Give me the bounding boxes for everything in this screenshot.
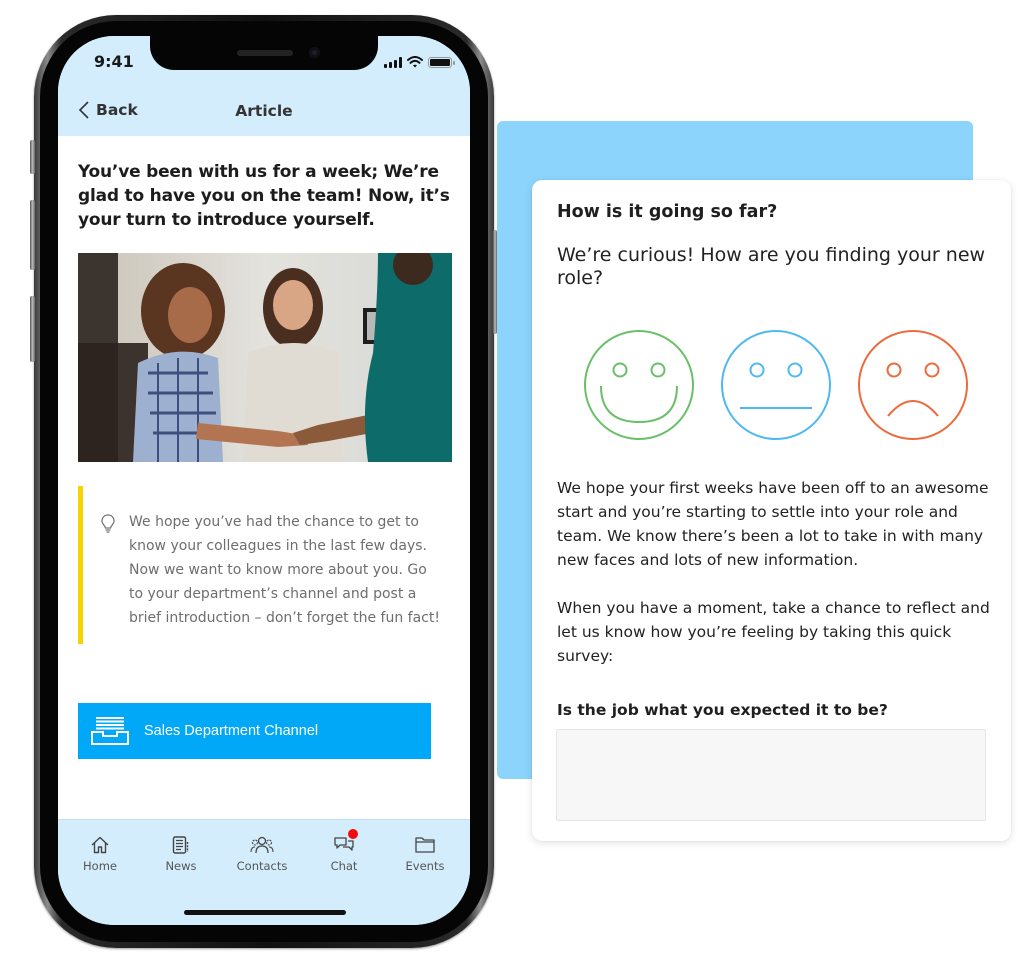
tab-contacts[interactable]: Contacts bbox=[222, 834, 302, 873]
question-label: Is the job what you expected it to be? bbox=[557, 701, 888, 719]
tab-label: Home bbox=[83, 859, 117, 873]
survey-title: How is it going so far? bbox=[557, 202, 778, 222]
speaker bbox=[237, 50, 293, 56]
handshake-photo bbox=[78, 253, 452, 462]
survey-body: We hope your first weeks have been off t… bbox=[557, 476, 997, 668]
sad-face-icon[interactable] bbox=[856, 328, 970, 442]
article-headline: You’ve been with us for a week; We’re gl… bbox=[78, 162, 450, 230]
survey-subtitle: We’re curious! How are you finding your … bbox=[557, 244, 986, 289]
tab-chat[interactable]: Chat bbox=[304, 829, 384, 873]
answer-input[interactable] bbox=[556, 729, 986, 821]
survey-paragraph: When you have a moment, take a chance to… bbox=[557, 599, 990, 665]
tab-label: Chat bbox=[330, 859, 358, 873]
battery-icon bbox=[428, 56, 455, 68]
tip-text: We hope you’ve had the chance to get to … bbox=[129, 514, 440, 626]
volume-up-button bbox=[30, 200, 35, 270]
article-photo bbox=[78, 253, 452, 462]
bottom-tab-bar: Home News Contacts Chat Events bbox=[58, 819, 470, 925]
news-icon bbox=[172, 836, 189, 854]
channel-button-label: Sales Department Channel bbox=[144, 723, 319, 739]
chat-unread-badge bbox=[348, 829, 358, 839]
mood-selector bbox=[582, 328, 972, 444]
front-camera bbox=[309, 47, 320, 58]
home-indicator[interactable] bbox=[184, 910, 346, 915]
tip-callout: We hope you’ve had the chance to get to … bbox=[78, 486, 452, 644]
tab-events[interactable]: Events bbox=[385, 834, 465, 873]
article-header: You’ve been with us for a week; We’re gl… bbox=[78, 160, 450, 232]
wifi-icon bbox=[407, 56, 423, 68]
tab-label: Contacts bbox=[236, 859, 288, 873]
phone-screen: 9:41 Back Article You’ve been with us fo… bbox=[58, 36, 470, 925]
page-title: Article bbox=[235, 102, 293, 120]
survey-card: How is it going so far? We’re curious! H… bbox=[532, 180, 1011, 841]
tab-label: Events bbox=[405, 859, 445, 873]
contacts-icon bbox=[250, 836, 274, 854]
folder-icon bbox=[415, 837, 435, 853]
tab-home[interactable]: Home bbox=[60, 834, 140, 873]
inbox-tray-icon bbox=[90, 716, 130, 746]
status-icons bbox=[384, 56, 455, 68]
app-header: 9:41 Back Article bbox=[58, 36, 470, 136]
cellular-signal-icon bbox=[384, 56, 402, 68]
neutral-face-icon[interactable] bbox=[719, 328, 833, 442]
volume-down-button bbox=[30, 296, 35, 362]
tab-news[interactable]: News bbox=[141, 834, 221, 873]
tab-label: News bbox=[165, 859, 197, 873]
notch bbox=[150, 36, 378, 70]
happy-face-icon[interactable] bbox=[582, 328, 696, 442]
mute-switch bbox=[30, 140, 35, 174]
lightbulb-icon bbox=[101, 514, 115, 533]
survey-paragraph: We hope your first weeks have been off t… bbox=[557, 479, 989, 569]
sales-channel-button[interactable]: Sales Department Channel bbox=[78, 703, 431, 759]
home-icon bbox=[91, 836, 109, 854]
status-time: 9:41 bbox=[94, 52, 134, 71]
